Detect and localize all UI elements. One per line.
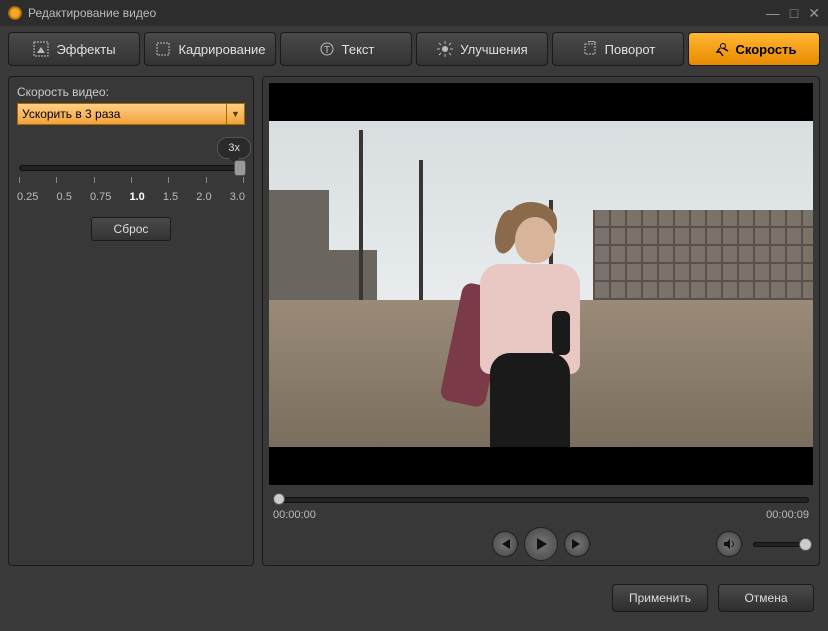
speed-preset-value: Ускорить в 3 раза [22, 107, 120, 121]
speed-panel: Скорость видео: Ускорить в 3 раза ▼ 3x 0… [8, 76, 254, 566]
seek-slider[interactable] [273, 497, 809, 503]
rotate-icon [581, 40, 599, 58]
tab-enhance[interactable]: Улучшения [416, 32, 548, 66]
footer: Применить Отмена [0, 574, 828, 622]
enhance-icon [436, 40, 454, 58]
text-icon: T [318, 40, 336, 58]
speed-tooltip: 3x [217, 137, 251, 159]
tab-label: Поворот [605, 42, 656, 57]
time-total: 00:00:09 [766, 509, 809, 521]
time-current: 00:00:00 [273, 509, 316, 521]
volume-thumb[interactable] [799, 538, 812, 551]
tab-effects[interactable]: Эффекты [8, 32, 140, 66]
video-preview[interactable] [269, 83, 813, 485]
volume-group [713, 531, 809, 557]
tab-label: Текст [342, 42, 375, 57]
preview-panel: 00:00:00 00:00:09 [262, 76, 820, 566]
tab-speed[interactable]: Скорость [688, 32, 820, 66]
speed-ticks [19, 177, 243, 187]
chevron-down-icon: ▼ [226, 104, 244, 124]
minimize-icon[interactable]: — [766, 6, 780, 20]
close-icon[interactable]: ✕ [808, 6, 820, 20]
time-row: 00:00:00 00:00:09 [273, 509, 809, 521]
titlebar: Редактирование видео — □ ✕ [0, 0, 828, 26]
effects-icon [32, 40, 50, 58]
tab-crop[interactable]: Кадрирование [144, 32, 276, 66]
apply-button[interactable]: Применить [612, 584, 708, 612]
maximize-icon[interactable]: □ [790, 6, 798, 20]
speed-icon [712, 40, 730, 58]
svg-text:T: T [324, 45, 330, 56]
tab-label: Улучшения [460, 42, 527, 57]
volume-slider[interactable] [753, 542, 809, 547]
speed-slider[interactable]: 3x 0.25 0.5 0.75 1.0 1.5 2.0 3.0 [17, 165, 245, 203]
tab-text[interactable]: T Текст [280, 32, 412, 66]
seek-thumb[interactable] [273, 493, 285, 505]
tab-bar: Эффекты Кадрирование T Текст Улучшения П… [0, 26, 828, 72]
window-title: Редактирование видео [28, 6, 766, 20]
crop-icon [154, 40, 172, 58]
speed-preset-dropdown[interactable]: Ускорить в 3 раза ▼ [17, 103, 245, 125]
volume-button[interactable] [716, 531, 742, 557]
next-button[interactable] [564, 531, 590, 557]
cancel-button[interactable]: Отмена [718, 584, 814, 612]
speed-tick-labels: 0.25 0.5 0.75 1.0 1.5 2.0 3.0 [17, 191, 245, 203]
speed-track[interactable] [19, 165, 243, 171]
reset-button[interactable]: Сброс [91, 217, 171, 241]
tab-label: Кадрирование [178, 42, 265, 57]
playback-controls [263, 523, 819, 565]
workarea: Скорость видео: Ускорить в 3 раза ▼ 3x 0… [0, 72, 828, 574]
tab-rotate[interactable]: Поворот [552, 32, 684, 66]
prev-button[interactable] [492, 531, 518, 557]
preview-content [269, 121, 813, 447]
tab-label: Эффекты [56, 42, 115, 57]
speed-thumb[interactable] [234, 160, 246, 176]
play-button[interactable] [524, 527, 558, 561]
speed-label: Скорость видео: [17, 85, 245, 99]
window-controls: — □ ✕ [766, 6, 820, 20]
app-icon [8, 6, 22, 20]
tab-label: Скорость [736, 42, 797, 57]
